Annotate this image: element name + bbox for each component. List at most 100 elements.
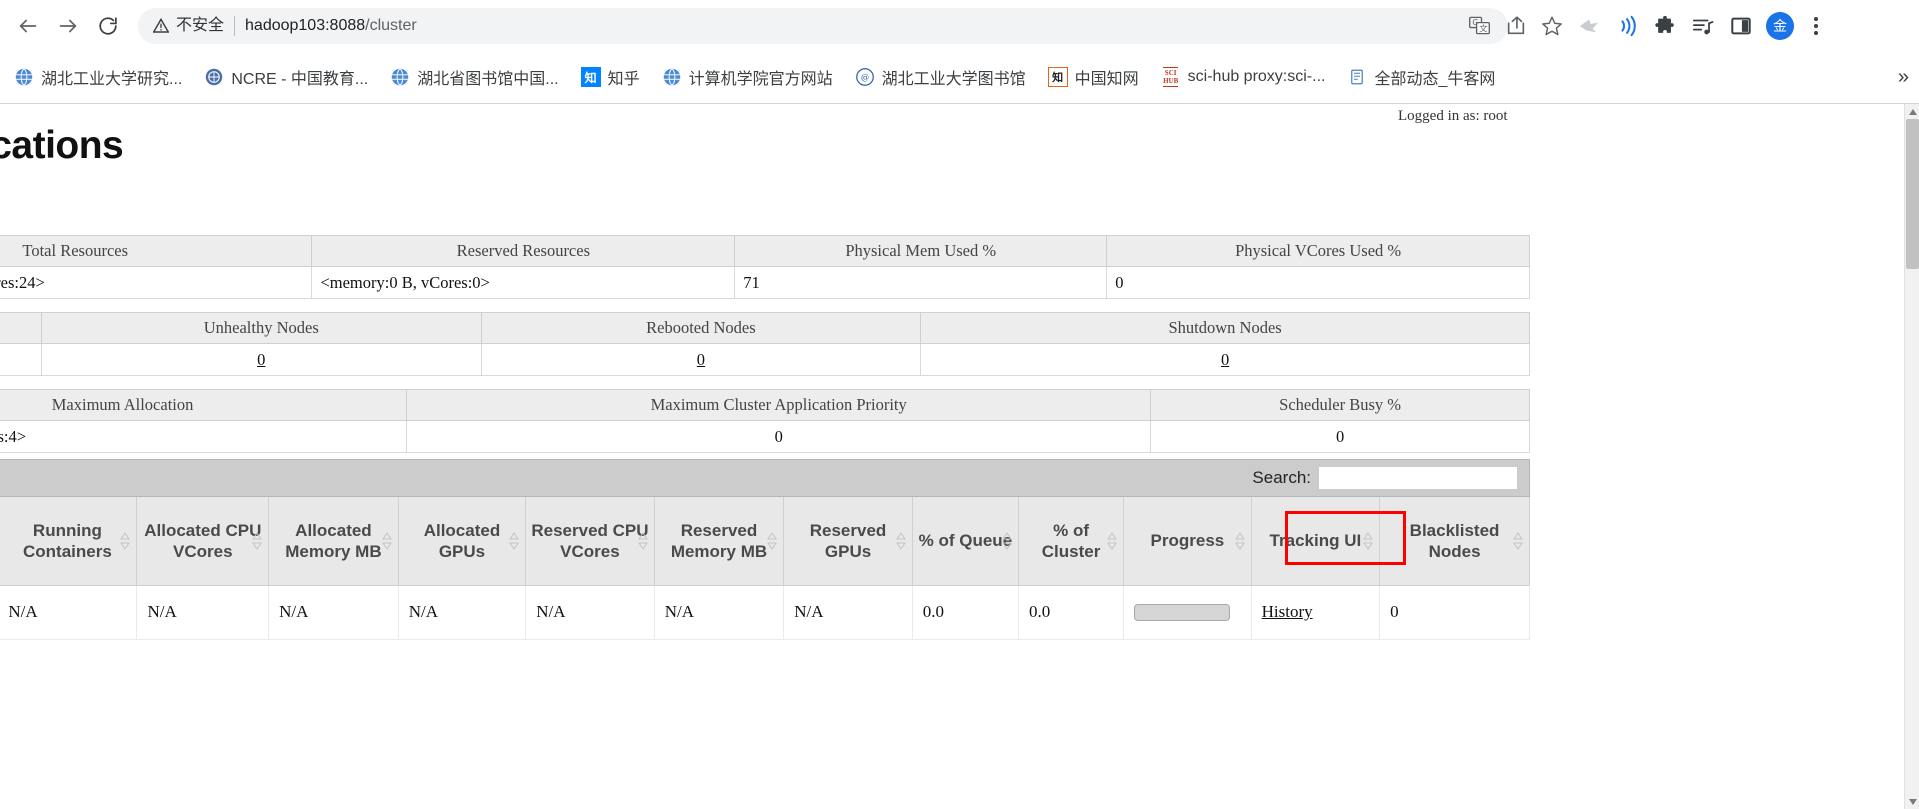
not-secure-warning-icon (152, 17, 170, 35)
bookmark-label: 知乎 (607, 71, 640, 88)
library-icon: @ (855, 67, 875, 87)
col-pct-of-queue[interactable]: % of Queue (911, 497, 1020, 586)
globe-icon (14, 67, 34, 87)
media-playlist-icon[interactable] (1684, 6, 1722, 46)
col-total-resources: Total Resources (0, 235, 313, 267)
bookmark-item[interactable]: 知 知乎 (580, 65, 640, 89)
security-label: 不安全 (176, 16, 236, 36)
table-row: 0 0 0 0 (0, 343, 1530, 376)
address-bar[interactable]: 不安全 hadoop103:8088/cluster (138, 8, 1508, 44)
bookmark-item[interactable]: @ 湖北工业大学图书馆 (855, 65, 1026, 89)
browser-toolbar: 不安全 hadoop103:8088/cluster G 文 金 (0, 0, 1919, 52)
col-label: Allocated GPUs (423, 520, 501, 561)
applications-section: Search: FinalStatus Running Containers A… (0, 459, 1530, 640)
bookmark-item[interactable]: 全部动态_牛客网 (1347, 65, 1495, 89)
col-label: Running Containers (22, 520, 112, 561)
table-header-row: Total Resources Reserved Resources Physi… (0, 235, 1530, 267)
cell-pct-of-cluster: 0.0 (1017, 585, 1125, 640)
col-allocated-cpu-vcores[interactable]: Allocated CPU VCores (136, 497, 270, 586)
search-label: Search: (1252, 468, 1311, 487)
bookmark-item[interactable]: SCI HUB sci-hub proxy:sci-... (1161, 67, 1325, 87)
cell-scheduler-busy: 0 (1150, 420, 1530, 453)
col-label: Allocated CPU VCores (144, 520, 262, 561)
cell-allocated-cpu-vcores: N/A (136, 585, 270, 640)
bookmark-star-icon[interactable] (1534, 8, 1570, 44)
col-reserved-memory-mb[interactable]: Reserved Memory MB (653, 497, 785, 586)
bookmark-item[interactable]: 计算机学院官方网站 (662, 65, 833, 89)
bookmark-item[interactable]: 湖北省图书馆中国... (390, 65, 559, 89)
col-max-cluster-app-priority: Maximum Cluster Application Priority (406, 389, 1152, 421)
sort-arrows-icon (1002, 531, 1012, 550)
reload-icon[interactable] (88, 6, 128, 46)
scroll-up-arrow-icon[interactable] (1905, 104, 1919, 119)
sort-arrows-icon (767, 531, 778, 550)
col-label: % of Queue (918, 531, 1013, 551)
ncre-icon (204, 67, 224, 87)
browser-window: 不安全 hadoop103:8088/cluster G 文 金 湖北工业大学研… (0, 0, 1919, 809)
cell-reserved-cpu-vcores: N/A (525, 585, 655, 640)
cell-progress (1123, 585, 1252, 640)
col-tracking-ui[interactable]: Tracking UI (1250, 497, 1381, 586)
cell-shutdown-nodes: 0 (920, 343, 1530, 376)
url-text: hadoop103:8088/cluster (245, 16, 417, 36)
col-running-containers[interactable]: Running Containers (0, 497, 138, 586)
col-allocated-memory-mb[interactable]: Allocated Memory MB (268, 497, 399, 586)
rebooted-nodes-link[interactable]: 0 (697, 350, 705, 369)
cell-lost-nodes: 0 (0, 343, 42, 376)
scrollbar-thumb[interactable] (1906, 119, 1919, 269)
url-host: hadoop103:8088 (245, 17, 366, 34)
svg-text:文: 文 (1479, 24, 1488, 34)
cluster-metrics-table-resources: Total Resources Reserved Resources Physi… (0, 235, 1530, 299)
extension-bird-icon[interactable] (1570, 6, 1608, 46)
bookmark-label: 全部动态_牛客网 (1374, 71, 1496, 88)
col-blacklisted-nodes[interactable]: Blacklisted Nodes (1379, 497, 1530, 586)
scihub-icon: SCI HUB (1163, 67, 1179, 87)
bookmark-label: 湖北工业大学图书馆 (881, 71, 1026, 88)
table-row: SUCCEEDED N/A N/A N/A N/A N/A N/A N/A 0.… (0, 585, 1530, 640)
three-dots-menu-icon[interactable] (1800, 6, 1832, 46)
bookmark-label: 中国知网 (1074, 71, 1139, 88)
forward-arrow-icon[interactable] (48, 6, 88, 46)
sort-arrows-icon (1107, 531, 1118, 550)
bookmarks-overflow-button[interactable]: » (1898, 66, 1909, 89)
cell-reserved-gpus: N/A (783, 585, 913, 640)
table-row: <memory:8192, vCores:4> 0 0 (0, 420, 1530, 453)
extensions-puzzle-icon[interactable] (1646, 6, 1684, 46)
cell-pct-of-queue: 0.0 (911, 585, 1020, 640)
col-maximum-allocation: Maximum Allocation (0, 389, 408, 421)
cluster-metrics-tables: Total Resources Reserved Resources Physi… (0, 235, 1530, 466)
cast-audio-icon[interactable] (1608, 6, 1646, 46)
col-allocated-gpus[interactable]: Allocated GPUs (397, 497, 527, 586)
globe-icon (662, 67, 682, 87)
history-link[interactable]: History (1262, 602, 1313, 621)
bookmark-item[interactable]: 湖北工业大学研究... (14, 65, 182, 89)
sort-arrows-icon (1513, 531, 1523, 550)
globe-icon (390, 67, 410, 87)
share-icon[interactable] (1498, 8, 1534, 44)
table-header-row: FinalStatus Running Containers Allocated… (0, 497, 1530, 586)
col-progress[interactable]: Progress (1123, 497, 1252, 586)
shutdown-nodes-link[interactable]: 0 (1221, 350, 1229, 369)
profile-avatar[interactable]: 金 (1766, 12, 1794, 40)
bookmark-label: 湖北省图书馆中国... (417, 71, 559, 88)
bookmark-item[interactable]: NCRE - 中国教育... (204, 65, 368, 89)
side-panel-icon[interactable] (1722, 6, 1760, 46)
bookmark-label: 湖北工业大学研究... (41, 71, 183, 88)
cell-running-containers: N/A (0, 585, 138, 640)
table-header-row: Lost Nodes Unhealthy Nodes Rebooted Node… (0, 312, 1530, 344)
scroll-down-arrow-icon[interactable] (1905, 794, 1919, 809)
vertical-scrollbar[interactable] (1904, 104, 1919, 809)
sort-arrows-icon (637, 531, 648, 550)
search-input[interactable] (1319, 467, 1517, 489)
cell-allocated-memory-mb: N/A (268, 585, 399, 640)
col-reserved-cpu-vcores[interactable]: Reserved CPU VCores (525, 497, 655, 586)
logged-in-as: Logged in as: root (1398, 108, 1508, 124)
translate-icon[interactable]: G 文 (1462, 8, 1498, 44)
table-row: <memory:24 GB, vCores:24> <memory:0 B, v… (0, 266, 1530, 299)
back-arrow-icon[interactable] (8, 6, 48, 46)
unhealthy-nodes-link[interactable]: 0 (257, 350, 265, 369)
col-pct-of-cluster[interactable]: % of Cluster (1017, 497, 1125, 586)
cell-physical-mem-used: 71 (734, 266, 1108, 299)
bookmark-item[interactable]: 知 中国知网 (1047, 65, 1139, 89)
col-reserved-gpus[interactable]: Reserved GPUs (783, 497, 913, 586)
